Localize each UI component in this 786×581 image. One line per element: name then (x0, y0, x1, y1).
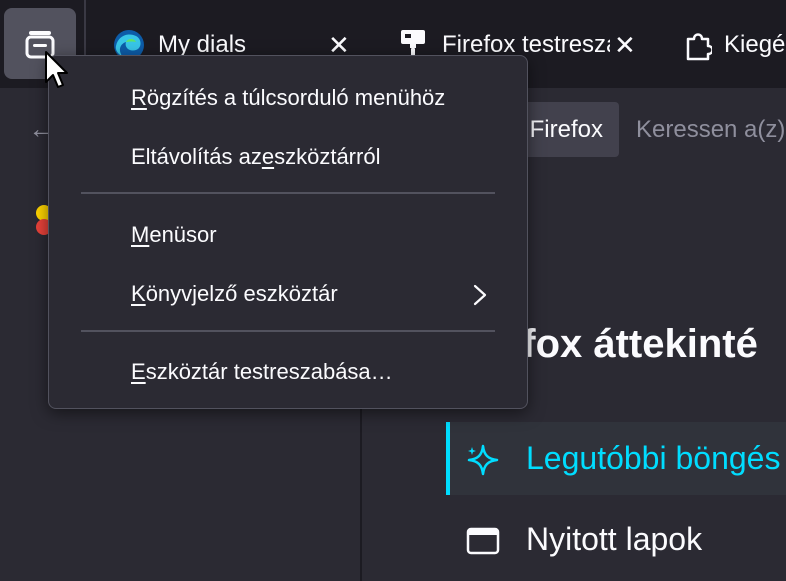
menu-separator (81, 330, 495, 332)
page-title: efox áttekinté (500, 322, 758, 366)
menu-item-label: enüsor (149, 222, 217, 247)
menu-item-label: ögzítés a túlcsorduló menühöz (146, 85, 446, 110)
chevron-right-icon (473, 284, 487, 306)
tab-extensions[interactable]: Kiegés (684, 10, 786, 80)
menu-item-label: önyvjelző eszköztár (145, 281, 338, 306)
menu-accesskey: E (131, 359, 146, 384)
menu-item-label: szköztár testreszabása… (145, 359, 393, 384)
menu-item-menu-bar[interactable]: Menüsor (49, 210, 527, 260)
menu-accesskey: K (131, 281, 146, 306)
menu-item-remove-from-toolbar[interactable]: Eltávolítás az e szköztárról (49, 132, 527, 182)
nav-item-open-tabs[interactable]: Nyitott lapok (526, 521, 702, 558)
mouse-cursor-icon (45, 51, 68, 88)
menu-accesskey: e (261, 144, 275, 169)
menu-accesskey: R (131, 85, 147, 110)
urlbar-identity-chip[interactable]: Firefox (512, 102, 619, 157)
menu-separator (81, 192, 495, 194)
sparkle-icon (467, 444, 499, 476)
urlbar-input[interactable]: Keressen a(z) (636, 116, 785, 144)
menu-item-label: Eltávolítás az (131, 144, 262, 169)
window-icon (466, 527, 500, 555)
urlbar-chip-label: Firefox (529, 115, 603, 143)
toolbar-context-menu: Rögzítés a túlcsorduló menühöz Eltávolít… (48, 55, 528, 409)
tab-title: Kiegés (724, 31, 786, 58)
nav-item-label: Legutóbbi böngés (526, 440, 781, 476)
menu-item-pin-to-overflow[interactable]: Rögzítés a túlcsorduló menühöz (49, 73, 527, 123)
menu-item-label: szköztárról (274, 144, 381, 169)
menu-item-bookmarks-toolbar[interactable]: Könyvjelző eszköztár (49, 269, 527, 319)
close-tab-icon[interactable]: ✕ (614, 32, 636, 58)
menu-item-customize-toolbar[interactable]: Eszköztár testreszabása… (49, 347, 527, 397)
menu-accesskey: M (131, 222, 150, 247)
puzzle-icon (686, 33, 712, 61)
